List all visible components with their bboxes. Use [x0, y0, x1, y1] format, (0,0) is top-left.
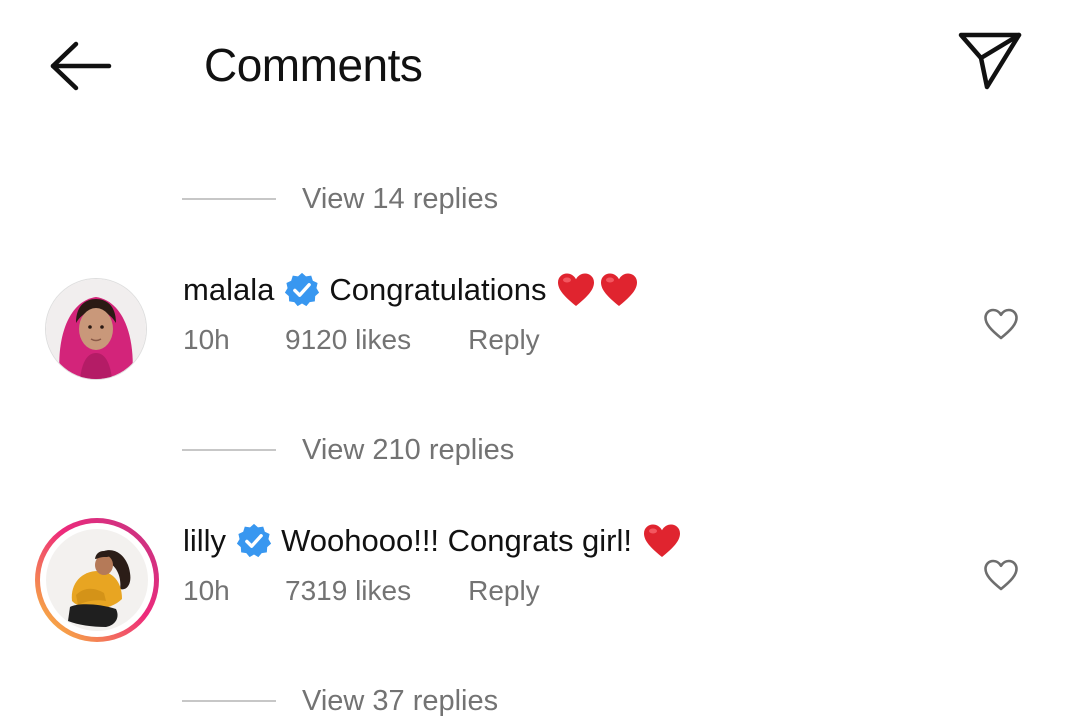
comment-meta: 10h 9120 likes Reply	[183, 320, 540, 360]
reply-divider-line	[182, 700, 276, 702]
avatar-photo	[46, 279, 146, 379]
reply-divider-line	[182, 449, 276, 451]
reply-button[interactable]: Reply	[468, 575, 540, 607]
avatar-ring-gap	[40, 523, 154, 637]
likes-count[interactable]: 7319 likes	[285, 575, 411, 607]
avatar[interactable]	[45, 278, 147, 380]
view-replies-button[interactable]: View 14 replies	[182, 179, 498, 219]
avatar-photo	[46, 529, 148, 631]
page-title: Comments	[204, 39, 423, 91]
reply-button[interactable]: Reply	[468, 324, 540, 356]
red-heart-emoji-icon	[599, 272, 639, 308]
view-replies-button[interactable]: View 210 replies	[182, 430, 514, 470]
verified-badge-icon	[283, 271, 321, 309]
share-button[interactable]	[950, 26, 1030, 96]
comment-meta: 10h 7319 likes Reply	[183, 571, 540, 611]
comment-time: 10h	[183, 575, 230, 606]
avatar	[46, 529, 148, 631]
comment-text: Congratulations	[329, 272, 547, 307]
comment-text: Woohooo!!! Congrats girl!	[281, 523, 633, 558]
comment-time: 10h	[183, 324, 230, 355]
view-replies-label: View 14 replies	[302, 182, 499, 215]
likes-count[interactable]: 9120 likes	[285, 324, 411, 356]
like-button[interactable]	[976, 550, 1026, 600]
red-heart-emoji-icon	[642, 523, 682, 559]
heart-outline-icon	[984, 559, 1018, 591]
red-heart-emoji-icon	[556, 272, 596, 308]
back-button[interactable]	[40, 36, 120, 96]
username[interactable]: malala	[183, 272, 274, 308]
heart-outline-icon	[984, 308, 1018, 340]
username[interactable]: lilly	[183, 523, 226, 559]
comment-body: lilly Woohooo!!! Congrats girl!	[183, 519, 682, 563]
view-replies-label: View 37 replies	[302, 684, 499, 717]
like-button[interactable]	[976, 299, 1026, 349]
avatar-story-ring[interactable]	[35, 518, 159, 642]
reply-divider-line	[182, 198, 276, 200]
arrow-left-icon	[50, 41, 112, 91]
view-replies-label: View 210 replies	[302, 433, 515, 466]
verified-badge-icon	[235, 522, 273, 560]
paper-plane-icon	[958, 32, 1022, 90]
view-replies-button[interactable]: View 37 replies	[182, 681, 498, 721]
comment-body: malala Congratulations	[183, 268, 639, 312]
